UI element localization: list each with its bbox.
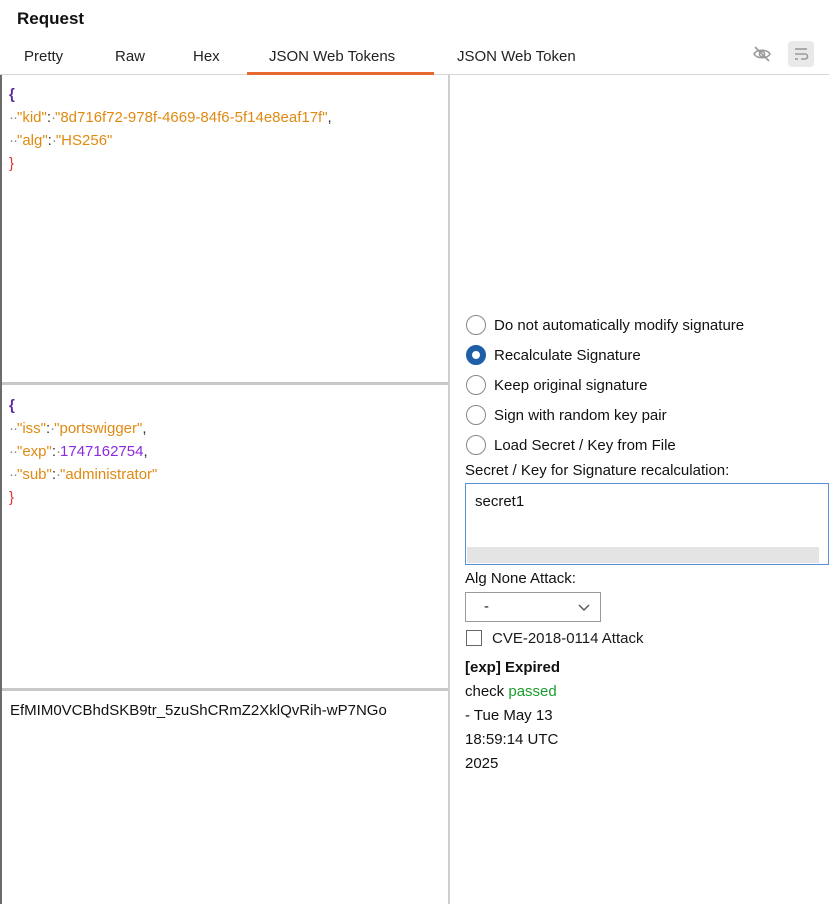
tab-raw[interactable]: Raw xyxy=(115,48,145,65)
radio-label: Load Secret / Key from File xyxy=(494,436,676,454)
radio-label: Do not automatically modify signature xyxy=(494,316,745,334)
active-tab-indicator xyxy=(247,72,434,75)
horizontal-scrollbar[interactable] xyxy=(467,547,819,563)
panel-title: Request xyxy=(17,9,85,28)
checkbox-label: CVE-2018-0114 Attack xyxy=(492,629,644,647)
tab-json-web-token[interactable]: JSON Web Token xyxy=(457,48,576,65)
checkbox[interactable] xyxy=(466,630,482,646)
json-key: "iss" xyxy=(17,420,46,437)
radio-button[interactable] xyxy=(466,435,486,455)
json-value: "portswigger" xyxy=(54,420,143,437)
chevron-down-icon xyxy=(578,604,590,611)
wrap-lines-icon[interactable] xyxy=(788,41,814,67)
radio-label: Sign with random key pair xyxy=(494,406,667,424)
json-brace: } xyxy=(9,489,15,506)
radio-sign-random-key[interactable]: Sign with random key pair xyxy=(466,403,667,427)
jwt-payload-editor[interactable]: { ··"iss":·"portswigger", ··"exp":·17471… xyxy=(9,394,157,509)
json-key: "exp" xyxy=(17,443,52,460)
json-value: "HS256" xyxy=(55,132,113,149)
radio-load-secret-file[interactable]: Load Secret / Key from File xyxy=(466,433,676,457)
vertical-splitter[interactable] xyxy=(448,75,450,904)
tab-json-web-tokens[interactable]: JSON Web Tokens xyxy=(269,48,395,65)
json-brace: { xyxy=(9,86,15,103)
json-value: "administrator" xyxy=(60,466,158,483)
json-key: "alg" xyxy=(17,132,48,149)
json-brace: } xyxy=(9,155,15,172)
cve-attack-checkbox-row[interactable]: CVE-2018-0114 Attack xyxy=(466,627,643,649)
jwt-header-editor[interactable]: { ··"kid":·"8d716f72-978f-4669-84f6-5f14… xyxy=(9,83,332,175)
editor-left-border xyxy=(0,75,2,904)
jwt-signature-text[interactable]: EfMIM0VCBhdSKB9tr_5zuShCRmZ2XklQvRih-wP7… xyxy=(10,702,387,719)
exp-check-passed: passed xyxy=(508,683,557,700)
exp-check-word: check xyxy=(465,683,505,700)
exp-year-line: 2025 xyxy=(465,755,499,772)
eye-slash-icon[interactable] xyxy=(749,41,775,67)
alg-none-label: Alg None Attack: xyxy=(465,570,576,587)
alg-none-select[interactable]: - xyxy=(465,592,601,622)
exp-check-title: [exp] Expired xyxy=(465,659,561,676)
payload-signature-splitter[interactable] xyxy=(2,688,448,691)
radio-label: Recalculate Signature xyxy=(494,346,641,364)
radio-label: Keep original signature xyxy=(494,376,648,394)
json-value: 1747162754 xyxy=(60,443,144,460)
radio-keep-original[interactable]: Keep original signature xyxy=(466,373,647,397)
secret-label: Secret / Key for Signature recalculation… xyxy=(465,462,730,479)
radio-button[interactable] xyxy=(466,405,486,425)
tab-pretty[interactable]: Pretty xyxy=(24,48,63,65)
json-key: "sub" xyxy=(17,466,52,483)
select-value: - xyxy=(484,598,489,615)
radio-button[interactable] xyxy=(466,315,486,335)
tab-bar: Pretty Raw Hex JSON Web Tokens JSON Web … xyxy=(0,42,829,75)
header-payload-splitter[interactable] xyxy=(2,382,448,385)
tab-hex[interactable]: Hex xyxy=(193,48,220,65)
radio-recalculate-signature[interactable]: Recalculate Signature xyxy=(466,343,641,367)
json-key: "kid" xyxy=(17,109,47,126)
exp-check-status: [exp] Expired check passed - Tue May 13 … xyxy=(465,656,560,776)
json-brace: { xyxy=(9,397,15,414)
radio-button-selected[interactable] xyxy=(466,345,486,365)
json-value: "8d716f72-978f-4669-84f6-5f14e8eaf17f" xyxy=(55,109,328,126)
exp-time-line: 18:59:14 UTC xyxy=(465,731,559,748)
secret-input[interactable]: secret1 xyxy=(465,483,829,565)
secret-value: secret1 xyxy=(475,493,525,510)
radio-do-not-modify[interactable]: Do not automatically modify signature xyxy=(466,313,744,337)
exp-date-line: - Tue May 13 xyxy=(465,707,553,724)
radio-button[interactable] xyxy=(466,375,486,395)
